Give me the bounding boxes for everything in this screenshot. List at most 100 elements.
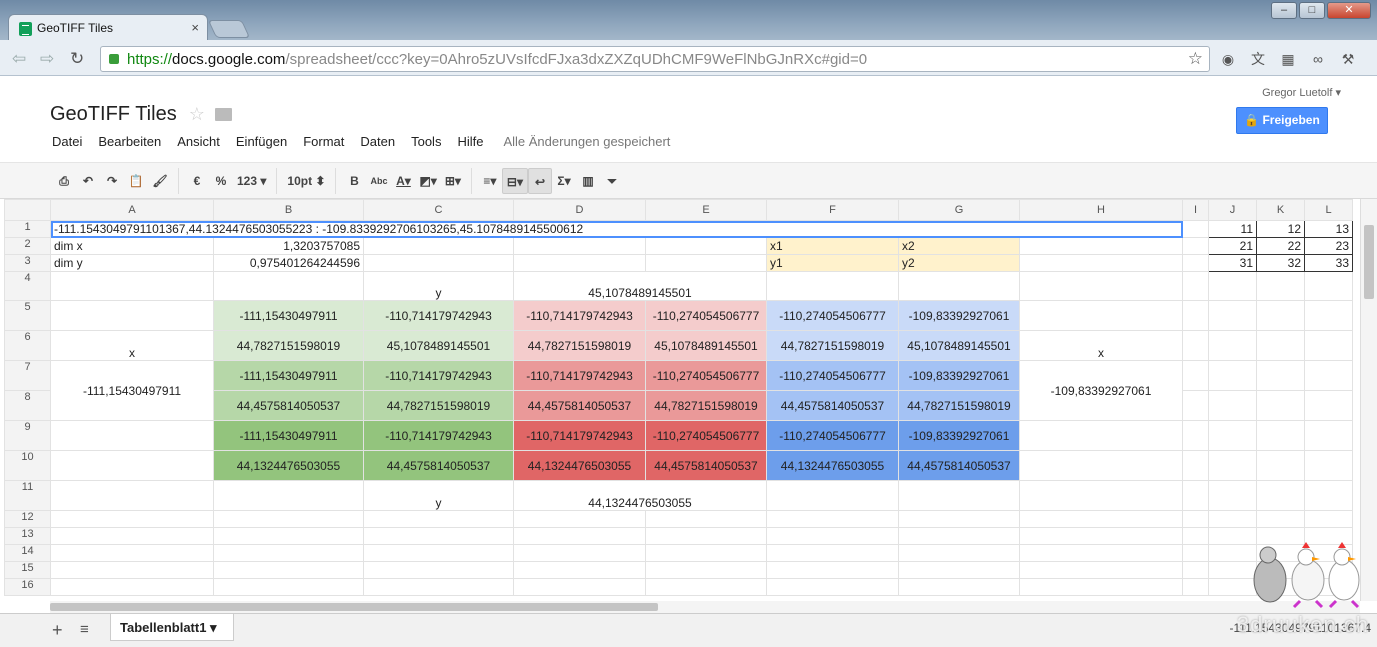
row-header[interactable]: 14	[4, 544, 51, 562]
cell[interactable]	[1019, 271, 1183, 301]
horizontal-scrollbar[interactable]	[50, 601, 1360, 613]
cell-a3[interactable]: dim y	[50, 254, 214, 272]
cell[interactable]	[898, 578, 1020, 596]
menu-tools[interactable]: Tools	[411, 134, 441, 149]
new-tab-button[interactable]	[207, 20, 251, 38]
cell-g9[interactable]: -109,83392927061	[898, 420, 1020, 451]
cell[interactable]	[1182, 254, 1209, 272]
cell[interactable]	[1182, 271, 1209, 301]
cell-c10[interactable]: 44,4575814050537	[363, 450, 514, 481]
row-header[interactable]: 12	[4, 510, 51, 528]
browser-tab[interactable]: GeoTIFF Tiles ×	[8, 14, 208, 42]
cell-d7[interactable]: -110,714179742943	[513, 360, 646, 391]
col-header-f[interactable]: F	[766, 199, 899, 221]
filter-icon[interactable]: ⏷	[600, 168, 624, 194]
row-header[interactable]: 13	[4, 527, 51, 545]
cell[interactable]	[513, 578, 646, 596]
functions-button[interactable]: Σ▾	[552, 168, 576, 194]
cell[interactable]	[1019, 578, 1183, 596]
cell[interactable]	[1182, 420, 1209, 451]
col-header-l[interactable]: L	[1304, 199, 1353, 221]
merge-cells-icon[interactable]: ⊟▾	[501, 167, 528, 194]
extension-color-icon[interactable]: ◉	[1218, 49, 1238, 69]
cell[interactable]	[766, 578, 899, 596]
wrap-text-icon[interactable]: ↩	[528, 167, 552, 194]
cell[interactable]	[50, 480, 214, 511]
cell-e5[interactable]: -110,274054506777	[645, 300, 767, 331]
cell[interactable]	[213, 480, 364, 511]
borders-icon[interactable]: ⊞▾	[441, 168, 465, 194]
row-header[interactable]: 2	[4, 237, 51, 255]
col-header-h[interactable]: H	[1019, 199, 1183, 221]
cell-b2[interactable]: 1,3203757085	[213, 237, 364, 255]
cell-b9[interactable]: -111,15430497911	[213, 420, 364, 451]
cell[interactable]	[766, 480, 899, 511]
cell[interactable]	[1256, 300, 1305, 331]
cell[interactable]	[213, 578, 364, 596]
cell-g7[interactable]: -109,83392927061	[898, 360, 1020, 391]
cell[interactable]	[766, 561, 899, 579]
print-icon[interactable]: ⎙	[52, 168, 76, 194]
cell-a7[interactable]: -111,15430497911	[50, 360, 214, 421]
cell[interactable]	[1256, 420, 1305, 451]
cell[interactable]	[1304, 330, 1353, 361]
cell-b8[interactable]: 44,4575814050537	[213, 390, 364, 421]
cell[interactable]	[645, 237, 767, 255]
folder-icon[interactable]	[214, 108, 232, 122]
cell[interactable]	[1019, 450, 1183, 481]
cell-e6[interactable]: 45,1078489145501	[645, 330, 767, 361]
cell-f9[interactable]: -110,274054506777	[766, 420, 899, 451]
row-header[interactable]: 10	[4, 450, 51, 481]
cell-c8[interactable]: 44,7827151598019	[363, 390, 514, 421]
sheet-tab[interactable]: Tabellenblatt1 ▾	[110, 614, 234, 641]
cell[interactable]	[1182, 237, 1209, 255]
url-bar[interactable]: https://docs.google.com/spreadsheet/ccc?…	[100, 46, 1210, 72]
menu-einfuegen[interactable]: Einfügen	[236, 134, 287, 149]
strikethrough-button[interactable]: Abc	[366, 168, 391, 194]
cell[interactable]	[50, 450, 214, 481]
reload-icon[interactable]: ↻	[70, 49, 84, 69]
cell-j2[interactable]: 21	[1208, 237, 1257, 255]
menu-bearbeiten[interactable]: Bearbeiten	[98, 134, 161, 149]
cell-g6[interactable]: 45,1078489145501	[898, 330, 1020, 361]
cell-a1[interactable]: -111.1543049791101367,44.132447650305522…	[50, 220, 1183, 238]
cell-h7[interactable]: -109,83392927061	[1019, 360, 1183, 421]
cell[interactable]	[1304, 300, 1353, 331]
row-header[interactable]: 15	[4, 561, 51, 579]
star-icon[interactable]: ☆	[189, 104, 205, 124]
cell[interactable]	[1019, 254, 1183, 272]
vertical-scroll-thumb[interactable]	[1364, 225, 1374, 299]
cell-e7[interactable]: -110,274054506777	[645, 360, 767, 391]
cell[interactable]	[1208, 300, 1257, 331]
row-header[interactable]: 7	[4, 360, 51, 391]
cell[interactable]	[50, 510, 214, 528]
menu-daten[interactable]: Daten	[360, 134, 395, 149]
cell[interactable]	[1208, 420, 1257, 451]
cell[interactable]	[1182, 544, 1209, 562]
cell-j1[interactable]: 11	[1208, 220, 1257, 238]
cell[interactable]	[1182, 220, 1209, 238]
cell[interactable]	[1019, 420, 1183, 451]
cell[interactable]	[363, 510, 514, 528]
window-close-button[interactable]: ✕	[1327, 2, 1371, 19]
cell-c7[interactable]: -110,714179742943	[363, 360, 514, 391]
cell[interactable]	[213, 510, 364, 528]
cell[interactable]	[363, 254, 514, 272]
cell[interactable]	[50, 300, 214, 331]
cell[interactable]	[1208, 271, 1257, 301]
col-header-d[interactable]: D	[513, 199, 646, 221]
cell[interactable]	[1019, 300, 1183, 331]
cell-a6[interactable]: x	[50, 330, 214, 361]
cell[interactable]	[1304, 360, 1353, 391]
row-header[interactable]: 6	[4, 330, 51, 361]
cell[interactable]	[213, 271, 364, 301]
row-header[interactable]: 11	[4, 480, 51, 511]
cell[interactable]	[213, 544, 364, 562]
cell[interactable]	[1182, 510, 1209, 528]
cell-d10[interactable]: 44,1324476503055	[513, 450, 646, 481]
col-header-g[interactable]: G	[898, 199, 1020, 221]
cell-l2[interactable]: 23	[1304, 237, 1353, 255]
cell[interactable]	[1208, 390, 1257, 421]
number-format-button[interactable]: 123 ▾	[233, 168, 270, 194]
cell[interactable]	[645, 544, 767, 562]
